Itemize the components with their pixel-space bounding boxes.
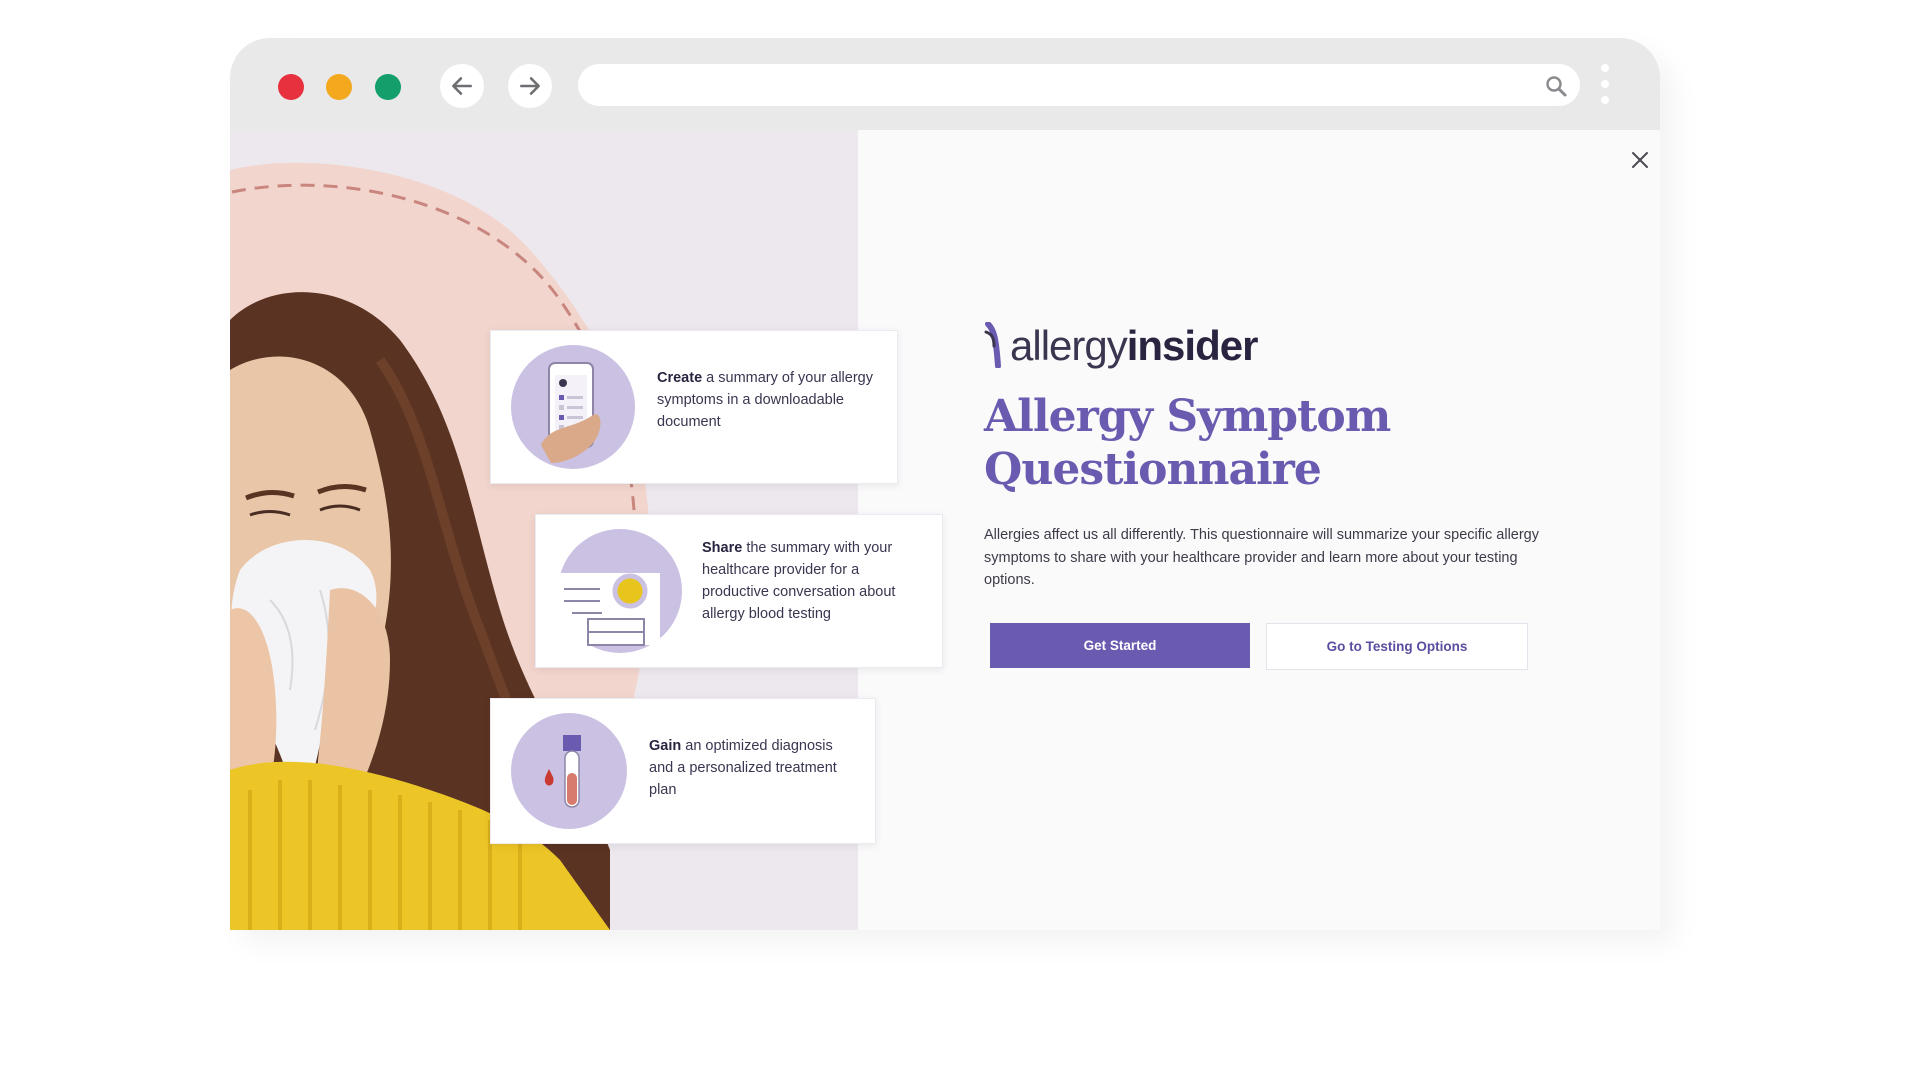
- document-share-icon: [558, 529, 682, 653]
- logo-mark-icon: [984, 322, 1001, 368]
- logo-text-bold: insider: [1126, 322, 1259, 369]
- search-icon[interactable]: [1544, 74, 1568, 98]
- browser-toolbar: [230, 38, 1660, 130]
- step-text: Create a summary of your allergy symptom…: [657, 367, 877, 433]
- step-card-gain: Gain an optimized diagnosis and a person…: [490, 698, 876, 844]
- back-button[interactable]: [440, 64, 484, 108]
- maximize-window-button[interactable]: [375, 74, 401, 100]
- minimize-window-button[interactable]: [326, 74, 352, 100]
- page-description: Allergies affect us all differently. Thi…: [984, 527, 1540, 588]
- phone-checklist-icon: [511, 345, 635, 469]
- step-card-create: Create a summary of your allergy symptom…: [490, 330, 898, 484]
- step-text: Gain an optimized diagnosis and a person…: [649, 735, 859, 801]
- address-bar[interactable]: [578, 64, 1580, 106]
- go-to-testing-options-button[interactable]: Go to Testing Options: [1266, 623, 1528, 670]
- step-bold: Gain: [649, 738, 682, 754]
- arrow-left-icon: [452, 77, 472, 95]
- blood-test-tube-icon: [511, 713, 627, 829]
- browser-window: Create a summary of your allergy symptom…: [230, 38, 1660, 930]
- logo-text-light: allergy: [1010, 322, 1128, 369]
- close-icon[interactable]: [1626, 146, 1654, 174]
- step-bold: Share: [702, 540, 743, 556]
- step-bold: Create: [657, 370, 703, 386]
- page-content: Create a summary of your allergy symptom…: [230, 130, 1660, 930]
- kebab-menu-icon[interactable]: [1600, 64, 1610, 110]
- step-text: Share the summary with your healthcare p…: [702, 537, 922, 625]
- page-title: Allergy Symptom Questionnaire: [984, 391, 1391, 495]
- logo-wordmark: allergyinsider: [1010, 322, 1259, 370]
- step-card-share: Share the summary with your healthcare p…: [535, 514, 943, 668]
- close-window-button[interactable]: [278, 74, 304, 100]
- get-started-button[interactable]: Get Started: [990, 623, 1250, 668]
- arrow-right-icon: [520, 77, 540, 95]
- forward-button[interactable]: [508, 64, 552, 108]
